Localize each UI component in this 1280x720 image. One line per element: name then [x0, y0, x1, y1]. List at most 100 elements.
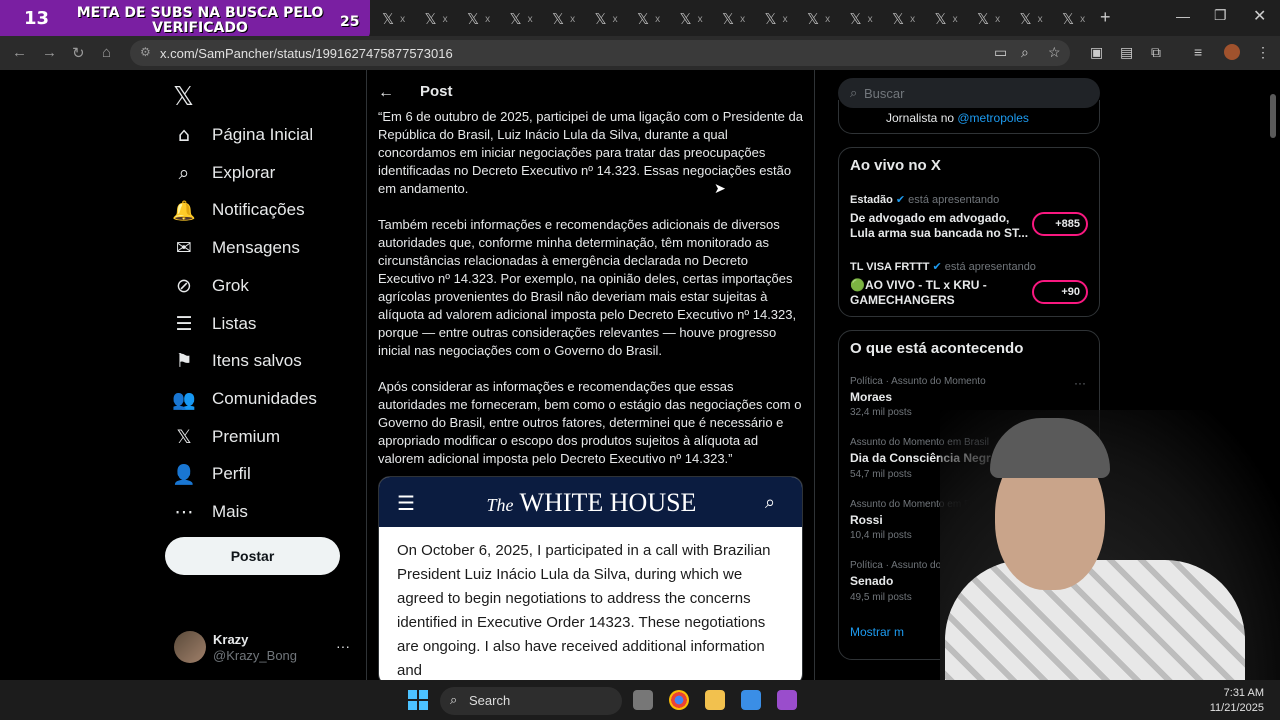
site-info-icon[interactable]: ⚙: [140, 45, 151, 59]
search-placeholder[interactable]: Buscar: [864, 86, 904, 101]
sidebar-item-mensagens[interactable]: ✉ Mensagens: [172, 233, 300, 263]
maximize-icon[interactable]: ❐: [1214, 7, 1227, 24]
browser-tab[interactable]: 𝕏x: [1020, 8, 1054, 30]
minimize-icon[interactable]: —: [1176, 8, 1190, 24]
close-tab-icon[interactable]: x: [698, 14, 703, 25]
close-window-icon[interactable]: ✕: [1253, 6, 1266, 26]
browser-tab[interactable]: 𝕏x: [382, 8, 416, 30]
close-tab-icon[interactable]: x: [655, 14, 660, 25]
close-tab-icon[interactable]: x: [825, 14, 830, 25]
taskbar-search[interactable]: [440, 687, 622, 715]
live-host[interactable]: Estadão ✔ está apresentando: [850, 193, 999, 206]
url-text[interactable]: x.com/SamPancher/status/1991627475877573…: [160, 46, 453, 61]
browser-tab[interactable]: 𝕏x: [1062, 8, 1096, 30]
star-icon[interactable]: ☆: [1048, 44, 1061, 61]
avatar[interactable]: [174, 631, 206, 663]
browser-tab[interactable]: 𝕏x: [467, 8, 501, 30]
reload-icon[interactable]: ↻: [72, 44, 85, 62]
live-listener-badge[interactable]: +90: [1032, 280, 1088, 304]
trend-name[interactable]: Rossi: [850, 513, 883, 527]
task-view-icon[interactable]: [633, 690, 653, 710]
zoom-icon[interactable]: ⌕: [1021, 44, 1029, 61]
chrome-icon[interactable]: [669, 690, 689, 710]
clock-time[interactable]: 7:31 AM: [1210, 687, 1264, 699]
show-more-link[interactable]: Mostrar m: [850, 625, 904, 639]
home-icon[interactable]: ⌂: [102, 44, 111, 61]
browser-tab[interactable]: 𝕏x: [680, 8, 714, 30]
live-item-text[interactable]: 🟢AO VIVO - TL x KRU - GAMECHANGERS: [850, 278, 1030, 308]
sidebar-item-itens-salvos[interactable]: ⚑ Itens salvos: [172, 346, 301, 376]
close-tab-icon[interactable]: x: [528, 14, 533, 25]
close-tab-icon[interactable]: x: [868, 14, 873, 25]
extension-icon[interactable]: ▤: [1120, 44, 1133, 61]
browser-tab[interactable]: 𝕏x: [892, 8, 926, 30]
browser-tab[interactable]: 𝕏x: [552, 8, 586, 30]
media-icon[interactable]: ≡: [1194, 44, 1202, 60]
sidebar-item-label: Listas: [212, 314, 257, 333]
browser-tab[interactable]: 𝕏x: [510, 8, 544, 30]
back-icon[interactable]: ←: [12, 44, 27, 61]
account-handle[interactable]: @Krazy_Bong: [213, 648, 297, 663]
live-item-text[interactable]: De advogado em advogado, Lula arma sua b…: [850, 211, 1030, 241]
store-icon[interactable]: [741, 690, 761, 710]
close-tab-icon[interactable]: x: [740, 14, 745, 25]
close-tab-icon[interactable]: x: [953, 14, 958, 25]
close-tab-icon[interactable]: x: [485, 14, 490, 25]
live-host[interactable]: TL VISA FRTTT ✔ está apresentando: [850, 260, 1036, 273]
browser-tab[interactable]: 𝕏x: [425, 8, 459, 30]
bio-link[interactable]: @metropoles: [957, 111, 1029, 125]
x-logo-icon[interactable]: 𝕏: [173, 82, 194, 112]
sidebar-item-notificações[interactable]: 🔔 Notificações: [172, 195, 304, 225]
account-name[interactable]: Krazy: [213, 632, 248, 647]
page-scrollbar[interactable]: [1270, 94, 1276, 138]
close-tab-icon[interactable]: x: [443, 14, 448, 25]
browser-tab[interactable]: 𝕏x: [595, 8, 629, 30]
close-tab-icon[interactable]: x: [783, 14, 788, 25]
sidebar-item-perfil[interactable]: 👤 Perfil: [172, 459, 251, 489]
sidebar-icon: ⊘: [176, 275, 192, 297]
sidebar-item-premium[interactable]: 𝕏 Premium: [172, 422, 280, 452]
forward-icon[interactable]: →: [42, 44, 57, 61]
browser-tab[interactable]: 𝕏x: [807, 8, 841, 30]
browser-tab[interactable]: 𝕏x: [977, 8, 1011, 30]
more-icon[interactable]: ···: [1074, 376, 1086, 390]
account-more-icon[interactable]: ···: [336, 638, 350, 654]
back-arrow-icon[interactable]: ←: [378, 84, 394, 102]
trend-name[interactable]: Senado: [850, 574, 893, 588]
browser-tab[interactable]: 𝕏x: [637, 8, 671, 30]
file-explorer-icon[interactable]: [705, 690, 725, 710]
trend-name[interactable]: Moraes: [850, 390, 892, 404]
close-tab-icon[interactable]: x: [1080, 14, 1085, 25]
sidebar-item-explorar[interactable]: ⌕ Explorar: [172, 158, 276, 188]
browser-tab[interactable]: 𝕏x: [765, 8, 799, 30]
live-listener-badge[interactable]: +885: [1032, 212, 1088, 236]
whitehouse-image-card[interactable]: ☰ The WHITE HOUSE ⌕ On October 6, 2025, I…: [378, 476, 803, 686]
taskbar-search-label[interactable]: Search: [469, 693, 510, 708]
browser-tab[interactable]: 𝕏x: [935, 8, 969, 30]
close-tab-icon[interactable]: x: [613, 14, 618, 25]
puzzle-icon[interactable]: ⧉: [1151, 44, 1161, 61]
new-tab-button[interactable]: +: [1100, 7, 1111, 28]
menu-icon[interactable]: ⋮: [1256, 44, 1270, 61]
close-tab-icon[interactable]: x: [1038, 14, 1043, 25]
profile-icon[interactable]: [1224, 44, 1240, 60]
sidebar-item-listas[interactable]: ☰ Listas: [172, 309, 256, 339]
extension-icon[interactable]: ▣: [1090, 44, 1103, 61]
sidebar-item-label: Página Inicial: [212, 125, 314, 144]
clock-date[interactable]: 11/21/2025: [1200, 702, 1264, 714]
windows-start-icon[interactable]: [408, 690, 428, 710]
app-icon[interactable]: [777, 690, 797, 710]
close-tab-icon[interactable]: x: [400, 14, 405, 25]
sidebar-item-grok[interactable]: ⊘ Grok: [172, 271, 249, 301]
close-tab-icon[interactable]: x: [910, 14, 915, 25]
browser-tab[interactable]: 𝕏x: [722, 8, 756, 30]
post-button[interactable]: Postar: [165, 537, 340, 575]
sidebar-item-mais[interactable]: ⋯ Mais: [172, 497, 248, 527]
browser-tab[interactable]: 𝕏x: [850, 8, 884, 30]
close-tab-icon[interactable]: x: [995, 14, 1000, 25]
cast-icon[interactable]: ▭: [994, 44, 1007, 61]
sidebar-item-página-inicial[interactable]: ⌂ Página Inicial: [172, 120, 313, 150]
sidebar-item-comunidades[interactable]: 👥 Comunidades: [172, 384, 317, 414]
close-tab-icon[interactable]: x: [570, 14, 575, 25]
goal-target-count: 25: [340, 14, 360, 30]
